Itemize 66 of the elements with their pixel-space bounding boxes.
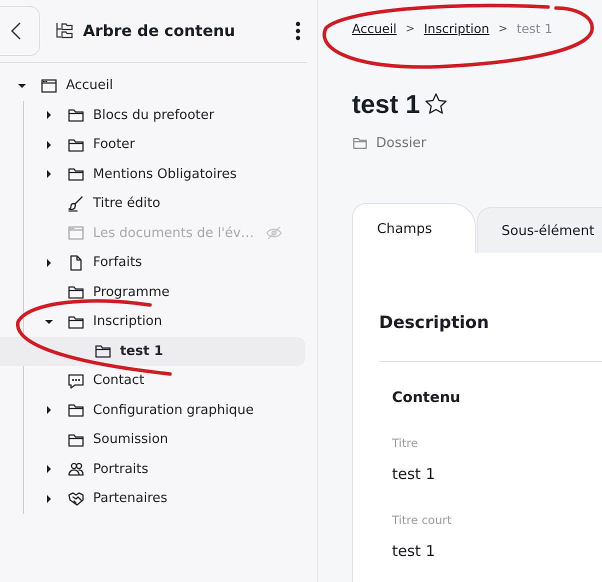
caret-down-icon[interactable] bbox=[45, 318, 53, 326]
tree-item[interactable]: Mentions Obligatoires bbox=[0, 160, 305, 189]
page-title: test 1 bbox=[352, 88, 420, 120]
chat-icon bbox=[67, 372, 85, 390]
item-label: Configuration graphique bbox=[93, 402, 254, 418]
item-label: Footer bbox=[93, 137, 135, 152]
back-button[interactable] bbox=[0, 6, 40, 56]
handshake-icon bbox=[67, 490, 85, 508]
caret-right-icon[interactable] bbox=[45, 111, 53, 120]
item-label: Mentions Obligatoires bbox=[93, 166, 237, 182]
item-label: Forfaits bbox=[93, 255, 142, 270]
tree-icon bbox=[55, 21, 75, 41]
caret-down-icon[interactable] bbox=[18, 82, 26, 90]
chevron-left-icon bbox=[11, 22, 21, 40]
item-label: Blocs du prefooter bbox=[93, 108, 214, 123]
caret-right-icon[interactable] bbox=[45, 258, 53, 267]
item-label: Portraits bbox=[93, 462, 148, 477]
field-label: Titre court bbox=[392, 513, 452, 527]
tree-item[interactable]: Accueil bbox=[0, 71, 305, 100]
tree-item[interactable]: Portraits bbox=[0, 454, 305, 484]
field-value: test 1 bbox=[392, 542, 436, 560]
panel-title: Arbre de contenu bbox=[83, 22, 236, 40]
item-label: Soumission bbox=[93, 432, 168, 448]
content-type: Dossier bbox=[376, 135, 426, 151]
tab[interactable]: Sous-élément bbox=[476, 207, 602, 253]
caret-right-icon[interactable] bbox=[45, 465, 53, 474]
tree-item[interactable]: Blocs du prefooter bbox=[0, 100, 305, 130]
tab[interactable]: Champs bbox=[352, 203, 476, 253]
breadcrumb-link[interactable]: Accueil bbox=[352, 20, 397, 36]
caret-right-icon[interactable] bbox=[45, 170, 53, 178]
item-label: test 1 bbox=[120, 344, 164, 359]
page-icon bbox=[40, 76, 58, 95]
tree-item[interactable]: Inscription bbox=[0, 307, 305, 336]
people-icon bbox=[67, 460, 85, 478]
brush-icon bbox=[67, 194, 85, 213]
field-label: Titre bbox=[392, 436, 419, 450]
caret-right-icon[interactable] bbox=[45, 494, 53, 503]
breadcrumb-link[interactable]: Inscription bbox=[424, 20, 490, 36]
tree-item[interactable]: Partenaires bbox=[0, 484, 305, 514]
tree-item[interactable]: Soumission bbox=[0, 425, 305, 454]
tree-item[interactable]: Forfaits bbox=[0, 248, 305, 278]
tree-item[interactable]: Programme bbox=[0, 278, 305, 307]
caret-right-icon[interactable] bbox=[45, 406, 53, 414]
item-label: Inscription bbox=[93, 314, 162, 330]
item-label: Accueil bbox=[66, 78, 114, 94]
caret-right-icon[interactable] bbox=[45, 140, 53, 149]
breadcrumb-separator: > bbox=[498, 22, 508, 34]
breadcrumb-current: test 1 bbox=[516, 20, 553, 36]
section-title: Description bbox=[379, 313, 490, 335]
tree-item[interactable]: test 1 bbox=[0, 336, 305, 366]
item-label: Les documents de l'év… bbox=[93, 226, 254, 241]
field-value: test 1 bbox=[392, 465, 436, 483]
item-label: Contact bbox=[93, 373, 144, 388]
tree-item[interactable]: Contact bbox=[0, 366, 305, 396]
tree-item[interactable]: Footer bbox=[0, 130, 305, 160]
item-label: Programme bbox=[93, 284, 170, 300]
tree-item[interactable]: Configuration graphique bbox=[0, 396, 305, 425]
page-icon bbox=[67, 224, 85, 242]
more-options-icon[interactable] bbox=[295, 21, 301, 41]
item-label: Partenaires bbox=[93, 491, 168, 506]
breadcrumb-separator: > bbox=[406, 22, 415, 34]
group-title: Contenu bbox=[392, 390, 462, 408]
tree-item[interactable]: Titre édito bbox=[0, 189, 305, 218]
item-label: Titre édito bbox=[93, 196, 160, 212]
star-icon[interactable] bbox=[424, 92, 448, 116]
folder-icon bbox=[352, 135, 368, 151]
